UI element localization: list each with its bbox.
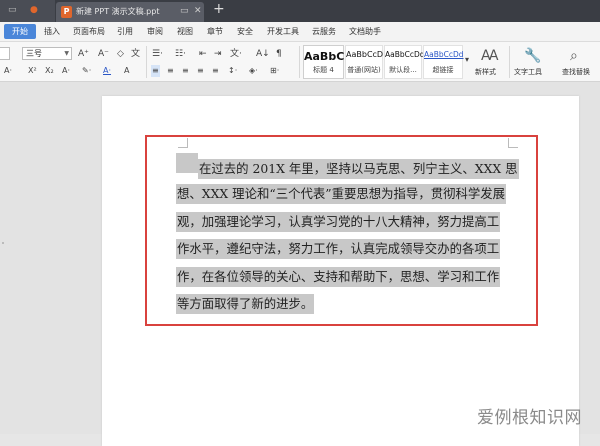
new-style-button[interactable]: 新样式 [475, 67, 496, 77]
styles-expand-icon[interactable]: ▾ [465, 54, 469, 66]
text-line: 等方面取得了新的进步。 [176, 290, 512, 317]
menu-item-doc-assistant[interactable]: 文档助手 [349, 26, 381, 37]
search-icon[interactable]: ⌕ [570, 48, 578, 64]
star-icon[interactable]: ● [30, 5, 40, 15]
style-caption: 默认段... [389, 66, 417, 74]
menu-item-page-layout[interactable]: 页面布局 [73, 26, 105, 37]
superscript-icon[interactable]: X² [28, 65, 37, 77]
bullet-list-icon[interactable]: ☰· [152, 48, 163, 60]
ppt-file-icon: P [61, 6, 72, 18]
font-color-icon[interactable]: A· [103, 65, 111, 77]
text-tools-button[interactable]: 文字工具 [514, 67, 542, 77]
text-line: 作，在各位领导的关心、支持和帮助下，思想、学习和工作 [176, 263, 512, 290]
text-line-content: 在过去的 201X 年里，坚持以马克思、列宁主义、XXX 思 [198, 159, 519, 179]
divider [146, 46, 147, 78]
document-tab[interactable]: P 新建 PPT 演示文稿.ppt ▭ ✕ [56, 2, 204, 22]
menu-item-cloud[interactable]: 云服务 [312, 26, 336, 37]
align-right-icon[interactable]: ≡ [182, 65, 189, 77]
font-size-select[interactable]: 三号 ▼ [22, 47, 72, 60]
text-effect-icon[interactable]: A· [62, 65, 70, 77]
menu-bar: 开始 插入 页面布局 引用 审阅 视图 章节 安全 开发工具 云服务 文档助手 [0, 22, 600, 42]
align-center-icon[interactable]: ≡ [167, 65, 174, 77]
style-caption: 标题 4 [313, 66, 334, 74]
indent-space [176, 153, 198, 173]
text-line: 想、XXX 理论和“三个代表”重要思想为指导，贯彻科学发展 [176, 180, 512, 207]
site-watermark: 爱例根知识网 [477, 408, 582, 428]
selected-paragraph[interactable]: 在过去的 201X 年里，坚持以马克思、列宁主义、XXX 思 想、XXX 理论和… [176, 153, 519, 317]
home-tab[interactable]: ▭ ● [0, 0, 55, 22]
strikethrough-icon[interactable]: A· [4, 65, 12, 77]
numbered-list-icon[interactable]: ☷· [175, 48, 186, 60]
ruler-marker [2, 242, 4, 244]
text-line-content: 作，在各位领导的关心、支持和帮助下，思想、学习和工作 [176, 266, 501, 287]
font-size-value: 三号 [26, 49, 42, 58]
style-sample: AaBbCcDd [424, 50, 464, 59]
text-line: 在过去的 201X 年里，坚持以马克思、列宁主义、XXX 思 [176, 153, 519, 180]
style-hyperlink[interactable]: AaBbCcDd 超链接 [423, 45, 464, 79]
new-style-icon[interactable]: Ꜳ [481, 48, 499, 64]
chinese-layout-icon[interactable]: 文· [230, 48, 242, 60]
divider [299, 46, 300, 78]
menu-item-insert[interactable]: 插入 [44, 26, 60, 37]
new-tab-button[interactable]: + [213, 1, 225, 17]
style-heading4[interactable]: AaBbC 标题 4 [303, 45, 344, 79]
menu-item-chapters[interactable]: 章节 [207, 26, 223, 37]
line-spacing-icon[interactable]: ↕· [228, 65, 237, 77]
justify-icon[interactable]: ≡ [197, 65, 204, 77]
shading-icon[interactable]: ◈· [249, 65, 258, 77]
menu-item-review[interactable]: 审阅 [147, 26, 163, 37]
align-left-icon[interactable]: ≡ [151, 65, 160, 77]
close-icon[interactable]: ✕ [194, 6, 202, 16]
style-caption: 超链接 [432, 66, 454, 74]
text-line: 观，加强理论学习，认真学习党的十八大精神，努力提高工 [176, 208, 512, 235]
style-sample: AaBbC [304, 50, 345, 63]
text-line: 作水平，遵纪守法，努力工作，认真完成领导交办的各项工 [176, 235, 512, 262]
shrink-font-icon[interactable]: A⁻ [98, 48, 109, 60]
menu-item-start[interactable]: 开始 [4, 24, 36, 39]
style-caption: 普通(网站) [347, 66, 381, 74]
menu-item-view[interactable]: 视图 [177, 26, 193, 37]
tab-bar: ▭ ● P 新建 PPT 演示文稿.ppt ▭ ✕ + [0, 0, 600, 22]
indent-icon[interactable]: ⇥ [214, 48, 222, 60]
monitor-icon[interactable]: ▭ [180, 6, 189, 16]
text-line-content: 观，加强理论学习，认真学习党的十八大精神，努力提高工 [176, 211, 501, 232]
menu-item-references[interactable]: 引用 [117, 26, 133, 37]
divider [509, 46, 510, 78]
distribute-icon[interactable]: ≡ [212, 65, 219, 77]
show-marks-icon[interactable]: ¶ [276, 48, 282, 60]
font-family-select[interactable] [0, 47, 10, 60]
style-default-paragraph[interactable]: AaBbCcDd 默认段... [384, 45, 425, 79]
menu-item-security[interactable]: 安全 [237, 26, 253, 37]
wrench-icon[interactable]: 🔧 [524, 48, 541, 64]
clear-format-icon[interactable]: ◇ [117, 48, 124, 60]
text-line-content: 作水平，遵纪守法，努力工作，认真完成领导交办的各项工 [176, 239, 501, 260]
char-border-icon[interactable]: A [124, 65, 129, 77]
text-line-content: 等方面取得了新的进步。 [176, 293, 315, 314]
style-normal-web[interactable]: AaBbCcD 普通(网站) [345, 45, 383, 79]
sort-icon[interactable]: A↓ [256, 48, 270, 60]
find-replace-button[interactable]: 查找替换 [562, 67, 590, 77]
pinyin-icon[interactable]: 文 [131, 48, 140, 60]
outdent-icon[interactable]: ⇤ [199, 48, 207, 60]
grow-font-icon[interactable]: A⁺ [78, 48, 89, 60]
borders-icon[interactable]: ⊞· [270, 65, 279, 77]
ribbon-toolbar: 三号 ▼ A⁺ A⁻ ◇ 文 A· X² X₂ A· ✎· A· A ☰· ☷·… [0, 42, 600, 82]
monitor-icon[interactable]: ▭ [8, 5, 18, 15]
chevron-down-icon[interactable]: ▼ [64, 48, 69, 59]
document-tab-title: 新建 PPT 演示文稿.ppt [76, 7, 160, 16]
style-sample: AaBbCcD [346, 50, 384, 59]
style-sample: AaBbCcDd [385, 50, 425, 59]
subscript-icon[interactable]: X₂ [45, 65, 54, 77]
text-line-content: 想、XXX 理论和“三个代表”重要思想为指导，贯彻科学发展 [176, 184, 507, 205]
menu-item-developer[interactable]: 开发工具 [267, 26, 299, 37]
highlight-icon[interactable]: ✎· [82, 65, 91, 77]
